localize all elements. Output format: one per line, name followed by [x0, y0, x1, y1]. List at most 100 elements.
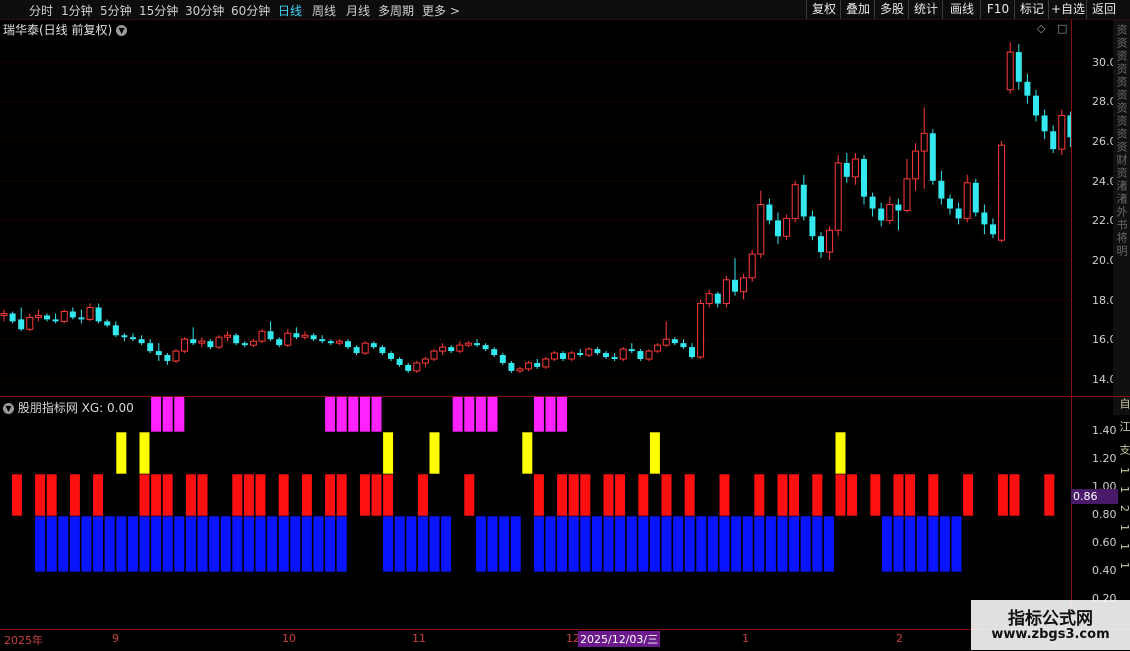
candle-body — [9, 313, 16, 322]
period-tab-weekly[interactable]: 周线 — [312, 2, 336, 19]
window-icon[interactable]: □ — [1057, 22, 1067, 35]
candle-body — [1024, 81, 1031, 96]
indicator-bar-blue — [579, 515, 591, 573]
candle-body — [981, 212, 988, 225]
candle-down — [104, 319, 111, 328]
candle-body — [413, 362, 421, 372]
indicator-bar-blue — [649, 515, 661, 573]
candle-body — [843, 162, 850, 177]
period-tab-5min[interactable]: 5分钟 — [100, 2, 132, 19]
candle-body — [800, 184, 807, 217]
statistics-button[interactable]: 统计 — [908, 0, 943, 19]
indicator-bar-blue — [498, 515, 510, 573]
candle-up — [86, 303, 94, 322]
candle-up — [181, 337, 189, 354]
indicator-bar-red — [684, 473, 696, 517]
add-watchlist-button[interactable]: +自选 — [1048, 0, 1087, 19]
period-tab-timeshare[interactable]: 分时 — [29, 2, 53, 19]
overlay-button[interactable]: 叠加 — [840, 0, 875, 19]
candle-up — [705, 289, 713, 308]
indicator-bar-yellow — [428, 431, 441, 475]
candle-body — [697, 303, 705, 358]
indicator-bar-blue — [626, 515, 638, 573]
indicator-bar-red — [846, 473, 858, 517]
candle-down — [990, 218, 996, 239]
candle-down — [843, 153, 850, 183]
candle-down — [207, 339, 214, 350]
indicator-bar-blue — [556, 515, 568, 573]
period-tab-60min[interactable]: 60分钟 — [231, 2, 270, 19]
multi-stock-button[interactable]: 多股 — [874, 0, 909, 19]
candle-up — [542, 357, 550, 369]
back-button[interactable]: 返回 — [1086, 0, 1121, 19]
candle-body — [818, 236, 824, 253]
candle-body — [1058, 114, 1066, 150]
candle-body — [560, 353, 566, 359]
indicator-bar-blue — [916, 515, 928, 573]
candle-body — [34, 314, 42, 318]
candle-up — [516, 366, 524, 373]
indicator-bar-blue — [660, 515, 673, 573]
candle-down — [138, 335, 145, 346]
candle-body — [886, 204, 894, 221]
candle-body — [258, 330, 266, 342]
candle-up — [963, 174, 971, 223]
candle-body — [990, 224, 996, 235]
candle-body — [60, 310, 68, 322]
indicator-bar-red — [324, 473, 336, 517]
indicator-bar-magenta — [533, 397, 545, 433]
period-tab-30min[interactable]: 30分钟 — [185, 2, 224, 19]
chevron-down-icon[interactable]: ▼ — [116, 25, 128, 36]
candle-up — [198, 337, 206, 348]
candle-down — [164, 353, 171, 365]
f10-button[interactable]: F10 — [980, 0, 1015, 19]
candle-body — [998, 144, 1006, 241]
indicator-bar-blue — [823, 515, 835, 573]
period-tab-monthly[interactable]: 月线 — [346, 2, 370, 19]
indicator-bar-blue — [254, 515, 267, 573]
candle-up — [568, 351, 576, 361]
mark-button[interactable]: 标记 — [1014, 0, 1049, 19]
indicator-bar-blue — [811, 515, 823, 573]
indicator-bar-blue — [185, 515, 197, 573]
candle-up — [722, 275, 730, 308]
indicator-bar-red — [336, 473, 348, 517]
candle-down — [388, 351, 394, 361]
period-tab-more[interactable]: 更多 > — [422, 2, 460, 19]
candle-body — [740, 277, 748, 293]
candle-body — [439, 346, 447, 352]
indicator-bar-red — [568, 473, 580, 517]
right-side-strip[interactable]: 资资资资资资资资资资财资渚渚外书将明 — [1113, 20, 1130, 415]
restore-rights-button[interactable]: 复权 — [806, 0, 841, 19]
candle-up — [34, 309, 42, 322]
date-tick: 10 — [282, 632, 296, 645]
candlestick-chart[interactable] — [0, 38, 1071, 395]
indicator-bar-magenta — [336, 397, 348, 433]
candle-down — [603, 351, 609, 359]
candle-body — [534, 362, 541, 367]
candle-body — [121, 335, 128, 338]
candle-down — [861, 155, 867, 205]
indicator-bar-blue — [742, 515, 754, 573]
period-tab-1min[interactable]: 1分钟 — [61, 2, 93, 19]
draw-line-button[interactable]: 画线 — [942, 0, 981, 19]
candle-body — [474, 343, 480, 346]
candle-body — [379, 347, 386, 354]
period-tab-daily[interactable]: 日线 — [278, 2, 302, 19]
indicator-bar-blue — [672, 515, 684, 573]
indicator-bar-red — [776, 473, 789, 517]
period-tab-15min[interactable]: 15分钟 — [139, 2, 178, 19]
indicator-bar-red — [359, 473, 371, 517]
diamond-icon[interactable]: ◇ — [1037, 22, 1045, 35]
period-tab-multi[interactable]: 多周期 — [378, 2, 414, 19]
candle-body — [112, 325, 119, 336]
indicator-bar-blue — [776, 515, 789, 573]
indicator-chart[interactable] — [0, 397, 1071, 627]
candle-up — [697, 299, 705, 359]
candle-body — [301, 334, 309, 338]
candle-body — [851, 158, 859, 178]
candle-body — [903, 178, 911, 212]
date-tick: 1 — [742, 632, 749, 645]
candle-up — [834, 155, 842, 237]
candle-body — [972, 182, 979, 213]
